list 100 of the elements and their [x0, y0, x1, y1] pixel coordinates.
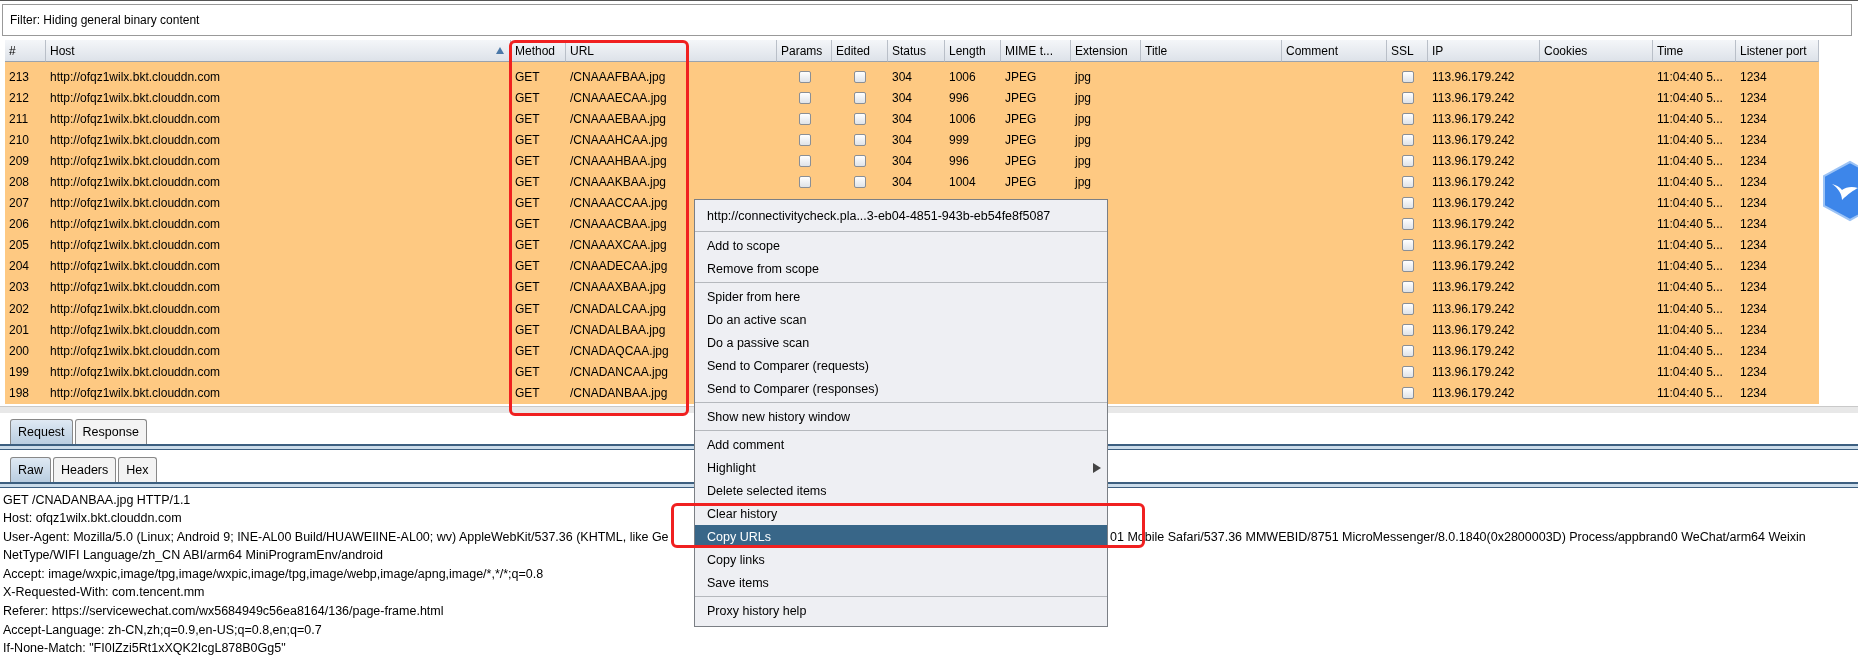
table-cell-text: /CNADANCAA.jpg — [569, 364, 670, 379]
table-cell-text: GET — [514, 217, 541, 232]
column-header[interactable]: Length — [945, 40, 1001, 62]
checkbox[interactable] — [798, 112, 811, 125]
checkbox[interactable] — [1401, 239, 1414, 252]
table-cell-text: jpg — [1073, 111, 1092, 126]
checkbox[interactable] — [1401, 302, 1414, 315]
tab[interactable]: Response — [74, 418, 147, 444]
table-cell-text: 1006 — [948, 69, 977, 84]
column-header[interactable]: Params — [777, 40, 832, 62]
menu-item[interactable]: Do a passive scan — [695, 331, 1107, 354]
tab[interactable]: Request — [10, 418, 73, 444]
table-cell-text: 202 — [8, 301, 31, 316]
checkbox[interactable] — [854, 112, 866, 125]
column-header[interactable]: Time — [1653, 40, 1736, 62]
column-header[interactable]: IP — [1428, 40, 1540, 62]
request-line: User-Agent: Mozilla/5.0 (Linux; Android 9; INE-AL00 Build/HUAWEIINE-AL00; wv) AppleWebKit/537.36 (KHTML, like Ge — [3, 528, 669, 546]
checkbox[interactable] — [1401, 70, 1414, 83]
table-cell-text: /CNAAAFBAA.jpg — [569, 69, 667, 84]
checkbox[interactable] — [798, 176, 811, 188]
bird-icon[interactable] — [1820, 160, 1858, 222]
table-cell-text: http://ofqz1wilx.bkt.clouddn.com — [49, 322, 222, 337]
menu-item[interactable]: Remove from scope — [695, 257, 1107, 280]
table-cell-text: 11:04:40 5... — [1656, 175, 1724, 189]
checkbox[interactable] — [1401, 365, 1414, 378]
table-cell-text: 11:04:40 5... — [1656, 217, 1724, 232]
table-cell-text: JPEG — [1004, 111, 1038, 126]
column-header[interactable]: # — [5, 40, 46, 62]
column-header[interactable]: Host — [46, 40, 511, 62]
menu-item[interactable]: Copy links — [695, 548, 1107, 571]
menu-item[interactable]: Add to scope — [695, 234, 1107, 257]
tab[interactable]: Raw — [10, 456, 51, 482]
menu-item[interactable]: Proxy history help — [695, 599, 1107, 622]
filter-bar[interactable]: Filter: Hiding general binary content — [2, 4, 1852, 36]
checkbox[interactable] — [1401, 260, 1414, 273]
table-cell-text: 11:04:40 5... — [1656, 322, 1724, 337]
menu-item[interactable]: Send to Comparer (responses) — [695, 377, 1107, 400]
checkbox[interactable] — [854, 70, 866, 83]
menu-item[interactable]: Spider from here — [695, 285, 1107, 308]
table-cell-text: GET — [514, 259, 541, 274]
table-cell-text: /CNAAAKBAA.jpg — [569, 175, 668, 189]
checkbox[interactable] — [1401, 344, 1414, 357]
table-cell-text: 113.96.179.242 — [1431, 217, 1516, 232]
table-cell-text: 1234 — [1739, 343, 1768, 358]
menu-item[interactable]: http://connectivitycheck.pla...3-eb04-4851-943b-eb54fe8f5087 — [695, 203, 1107, 229]
table-cell-text: 113.96.179.242 — [1431, 364, 1516, 379]
column-header[interactable]: Comment — [1282, 40, 1387, 62]
column-header[interactable]: SSL — [1387, 40, 1428, 62]
menu-item[interactable]: Send to Comparer (requests) — [695, 354, 1107, 377]
menu-item[interactable]: Do an active scan — [695, 308, 1107, 331]
menu-item[interactable]: Add comment — [695, 433, 1107, 456]
checkbox[interactable] — [798, 154, 811, 167]
menu-item[interactable]: Clear history — [695, 502, 1107, 525]
table-cell-text: 1234 — [1739, 280, 1768, 295]
request-line: Accept-Language: zh-CN,zh;q=0.9,en-US;q=0.8,en;q=0.7 — [3, 621, 322, 639]
checkbox[interactable] — [1401, 386, 1414, 399]
checkbox[interactable] — [1401, 112, 1414, 125]
checkbox[interactable] — [854, 91, 866, 104]
checkbox[interactable] — [798, 133, 811, 146]
column-header[interactable]: MIME t... — [1001, 40, 1071, 62]
table-cell-text: 11:04:40 5... — [1656, 385, 1724, 400]
checkbox[interactable] — [854, 133, 866, 146]
table-cell-text: http://ofqz1wilx.bkt.clouddn.com — [49, 196, 222, 211]
checkbox[interactable] — [854, 154, 866, 167]
table-cell-text: 304 — [891, 69, 914, 84]
column-header[interactable]: Extension — [1071, 40, 1141, 62]
table-cell-text: JPEG — [1004, 153, 1038, 168]
table-cell-text: 201 — [8, 322, 31, 337]
table-cell-text: /CNADALCAA.jpg — [569, 301, 668, 316]
checkbox[interactable] — [1401, 281, 1414, 294]
tab[interactable]: Headers — [53, 456, 117, 482]
table-cell-text: GET — [514, 385, 541, 400]
menu-item[interactable]: Save items — [695, 571, 1107, 594]
checkbox[interactable] — [798, 70, 811, 83]
checkbox[interactable] — [798, 91, 811, 104]
table-cell-text: 211 — [8, 111, 30, 126]
column-header[interactable]: Title — [1141, 40, 1282, 62]
tab[interactable]: Hex — [118, 456, 157, 482]
table-cell-text: 204 — [8, 259, 31, 274]
table-cell-text: 1234 — [1739, 259, 1768, 274]
checkbox[interactable] — [1401, 154, 1414, 167]
table-cell-text: 304 — [891, 132, 914, 147]
table-cell-text: 113.96.179.242 — [1431, 153, 1516, 168]
menu-item[interactable]: Delete selected items — [695, 479, 1107, 502]
checkbox[interactable] — [1401, 323, 1414, 336]
checkbox[interactable] — [1401, 91, 1414, 104]
checkbox[interactable] — [1401, 197, 1414, 210]
checkbox[interactable] — [1401, 133, 1414, 146]
column-header[interactable]: Listener port — [1736, 40, 1819, 62]
checkbox[interactable] — [1401, 176, 1414, 188]
menu-item[interactable]: Highlight — [695, 456, 1107, 479]
column-header[interactable]: Status — [888, 40, 945, 62]
checkbox[interactable] — [1401, 218, 1414, 231]
checkbox[interactable] — [854, 176, 866, 188]
table-cell-text: 996 — [948, 153, 971, 168]
column-header[interactable]: Edited — [832, 40, 888, 62]
table-cell-text: 999 — [948, 132, 971, 147]
column-header[interactable]: Cookies — [1540, 40, 1653, 62]
menu-item[interactable]: Show new history window — [695, 405, 1107, 428]
table-cell-text: http://ofqz1wilx.bkt.clouddn.com — [49, 259, 222, 274]
